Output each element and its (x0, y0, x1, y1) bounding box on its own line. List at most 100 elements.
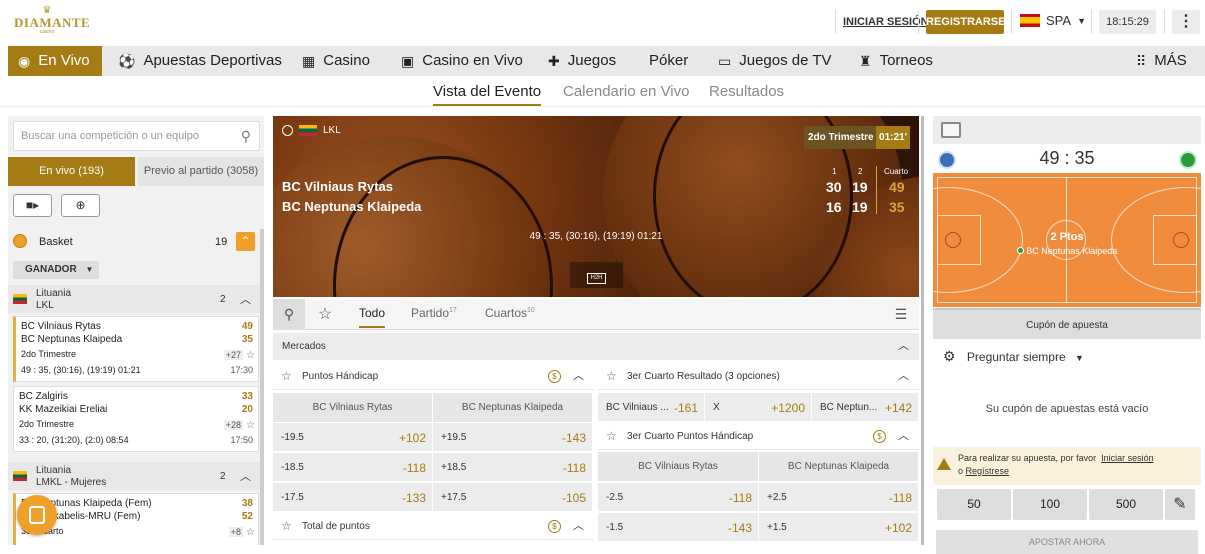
nav-juegos-de-tv[interactable]: ▭ Juegos de TV (718, 46, 832, 76)
favorite-star-icon[interactable]: ☆ (246, 527, 255, 538)
match-card[interactable]: BC Zalgiris 33 KK Mazeikiai Ereliai 20 2… (13, 386, 259, 452)
register-button[interactable]: REGISTRARSE (926, 10, 1005, 34)
competition-search-input[interactable]: Buscar una competición o un equipo ⚲ (13, 121, 260, 151)
odds-button[interactable]: -19.5 +102 (273, 422, 433, 451)
odds-button[interactable]: -2.5 -118 (598, 482, 759, 511)
favorites-star-icon[interactable]: ☆ (309, 299, 341, 330)
odds-button[interactable]: +1.5 +102 (759, 512, 919, 541)
tab-vista-evento[interactable]: Vista del Evento (433, 83, 542, 106)
search-icon[interactable]: ⚲ (241, 122, 251, 150)
tv-icon[interactable] (941, 122, 961, 138)
markets-header[interactable]: Mercados ︿ (273, 333, 919, 360)
nav-casino-en-vivo[interactable]: ▣ Casino en Vivo (401, 46, 523, 76)
warning-register-link[interactable]: Regístrese (966, 466, 1010, 476)
chevron-up-icon[interactable]: ︿ (573, 363, 584, 390)
warning-login-link[interactable]: Iniciar sesión (1101, 453, 1154, 463)
nav-label: Juegos de TV (739, 52, 832, 69)
main-nav: ◉ En Vivo ⚽ Apuestas Deportivas ▦ Casino ▣ C… (8, 46, 1205, 76)
stake-button[interactable]: 50 (937, 489, 1011, 520)
sidebar-scrollbar[interactable] (260, 229, 264, 545)
chevron-up-icon[interactable]: ︿ (898, 363, 909, 390)
away-team: KK Mazeikiai Ereliai (19, 404, 108, 415)
tracker-team-name: BC Neptunas Klaipeda (1026, 246, 1118, 256)
video-filter-button[interactable]: ■▸ (13, 194, 52, 217)
chevron-up-icon[interactable]: ︿ (573, 513, 584, 540)
globe-filter-button[interactable]: ⊕ (61, 194, 100, 217)
chevron-up-icon[interactable]: ︿ (898, 333, 909, 360)
language-selector[interactable]: SPA ▼ (1020, 13, 1086, 28)
spain-flag-icon (1020, 14, 1040, 27)
tab-resultados[interactable]: Resultados (709, 83, 784, 100)
sport-label: Basket (39, 236, 73, 248)
chat-button[interactable] (17, 495, 57, 535)
nav-label: Casino en Vivo (422, 52, 523, 69)
odds-button[interactable]: +19.5 -143 (433, 422, 593, 451)
h2h-button[interactable]: H2H (570, 262, 623, 288)
nav-casino[interactable]: ▦ Casino (302, 46, 370, 76)
login-link[interactable]: INICIAR SESIÓN (843, 16, 929, 28)
match-card[interactable]: BC Vilniaus Rytas 49 BC Neptunas Klaiped… (13, 316, 259, 382)
main-scrollbar[interactable] (921, 116, 924, 545)
more-markets-badge[interactable]: +27 (223, 350, 243, 360)
favorite-star-icon[interactable]: ☆ (281, 513, 292, 540)
ask-label: Preguntar siempre (966, 350, 1066, 364)
tab-previo[interactable]: Previo al partido (3058) (138, 157, 264, 186)
market-header-handicap[interactable]: ☆ Puntos Hándicap $ ︿ (273, 363, 593, 390)
h2h-label: H2H (587, 273, 606, 284)
list-view-icon[interactable]: ☰ (885, 299, 917, 330)
odds-button[interactable]: BC Vilniaus ... -161 (598, 392, 705, 421)
trophy-icon: ♜ (859, 53, 872, 69)
chevron-up-icon[interactable]: ⌃ (236, 232, 255, 251)
divider (1164, 10, 1165, 34)
market-header-total[interactable]: ☆ Total de puntos $ ︿ (273, 513, 593, 540)
odds-button[interactable]: +18.5 -118 (433, 452, 593, 481)
odds-button[interactable]: -18.5 -118 (273, 452, 433, 481)
line-label: +17.5 (441, 492, 467, 503)
home-score: 33 (241, 391, 253, 402)
stake-button[interactable]: 500 (1089, 489, 1163, 520)
odds-change-setting[interactable]: ⚙ Preguntar siempre ▼ (933, 342, 1201, 370)
market-search-icon[interactable]: ⚲ (273, 299, 305, 330)
chevron-up-icon[interactable]: ︿ (240, 291, 251, 307)
nav-apuestas-deportivas[interactable]: ⚽ Apuestas Deportivas (118, 46, 282, 76)
nav-torneos[interactable]: ♜ Torneos (859, 46, 933, 76)
league-header[interactable]: Lituania LMKL - Mujeres 2 ︿ (8, 462, 264, 490)
league-country: Lituania (36, 288, 72, 299)
market-header-q3-result[interactable]: ☆ 3er Cuarto Resultado (3 opciones) ︿ (598, 363, 919, 390)
more-menu-icon[interactable]: ⋮ (1172, 10, 1200, 34)
tab-cuartos[interactable]: Cuartos10 (485, 306, 535, 320)
col-header-q2: 2 (858, 167, 863, 176)
market-header-q3-handicap[interactable]: ☆ 3er Cuarto Puntos Hándicap $ ︿ (598, 423, 919, 450)
league-header[interactable]: Lituania LKL 2 ︿ (8, 285, 264, 313)
nav-poker[interactable]: Póker (649, 46, 688, 76)
nav-juegos[interactable]: ✚ Juegos (548, 46, 616, 76)
odds-button[interactable]: -1.5 -143 (598, 512, 759, 541)
nav-mas[interactable]: ⠿ MÁS (1136, 46, 1187, 76)
betslip-header[interactable]: Cupón de apuesta (933, 308, 1201, 339)
favorite-star-icon[interactable]: ☆ (281, 363, 292, 390)
odds-button[interactable]: +2.5 -118 (759, 482, 919, 511)
favorite-star-icon[interactable]: ☆ (606, 363, 617, 390)
brand-logo[interactable]: ♛ DIAMANTE casino (14, 6, 90, 40)
odds-button[interactable]: X +1200 (705, 392, 812, 421)
place-bet-button[interactable]: APOSTAR AHORA (936, 530, 1198, 554)
tab-todo[interactable]: Todo (359, 306, 386, 328)
nav-en-vivo[interactable]: ◉ En Vivo (8, 46, 102, 76)
tab-calendario[interactable]: Calendario en Vivo (563, 83, 689, 100)
stake-button[interactable]: 100 (1013, 489, 1087, 520)
favorite-star-icon[interactable]: ☆ (246, 420, 255, 431)
odds-button[interactable]: +17.5 -105 (433, 482, 593, 511)
favorite-star-icon[interactable]: ☆ (606, 423, 617, 450)
tab-partido[interactable]: Partido17 (411, 306, 457, 320)
tab-en-vivo[interactable]: En vivo (193) (8, 157, 135, 186)
market-filter-dropdown[interactable]: GANADOR ▼ (13, 261, 99, 279)
chevron-up-icon[interactable]: ︿ (240, 468, 251, 484)
chevron-up-icon[interactable]: ︿ (898, 423, 909, 450)
favorite-star-icon[interactable]: ☆ (246, 350, 255, 361)
edit-stake-icon[interactable]: ✎ (1165, 489, 1195, 520)
more-markets-badge[interactable]: +8 (228, 527, 243, 537)
sport-row-basket[interactable]: Basket 19 ⌃ (8, 229, 264, 253)
odds-button[interactable]: -17.5 -133 (273, 482, 433, 511)
odds-button[interactable]: BC Neptun... +142 (812, 392, 919, 421)
more-markets-badge[interactable]: +28 (223, 420, 243, 430)
